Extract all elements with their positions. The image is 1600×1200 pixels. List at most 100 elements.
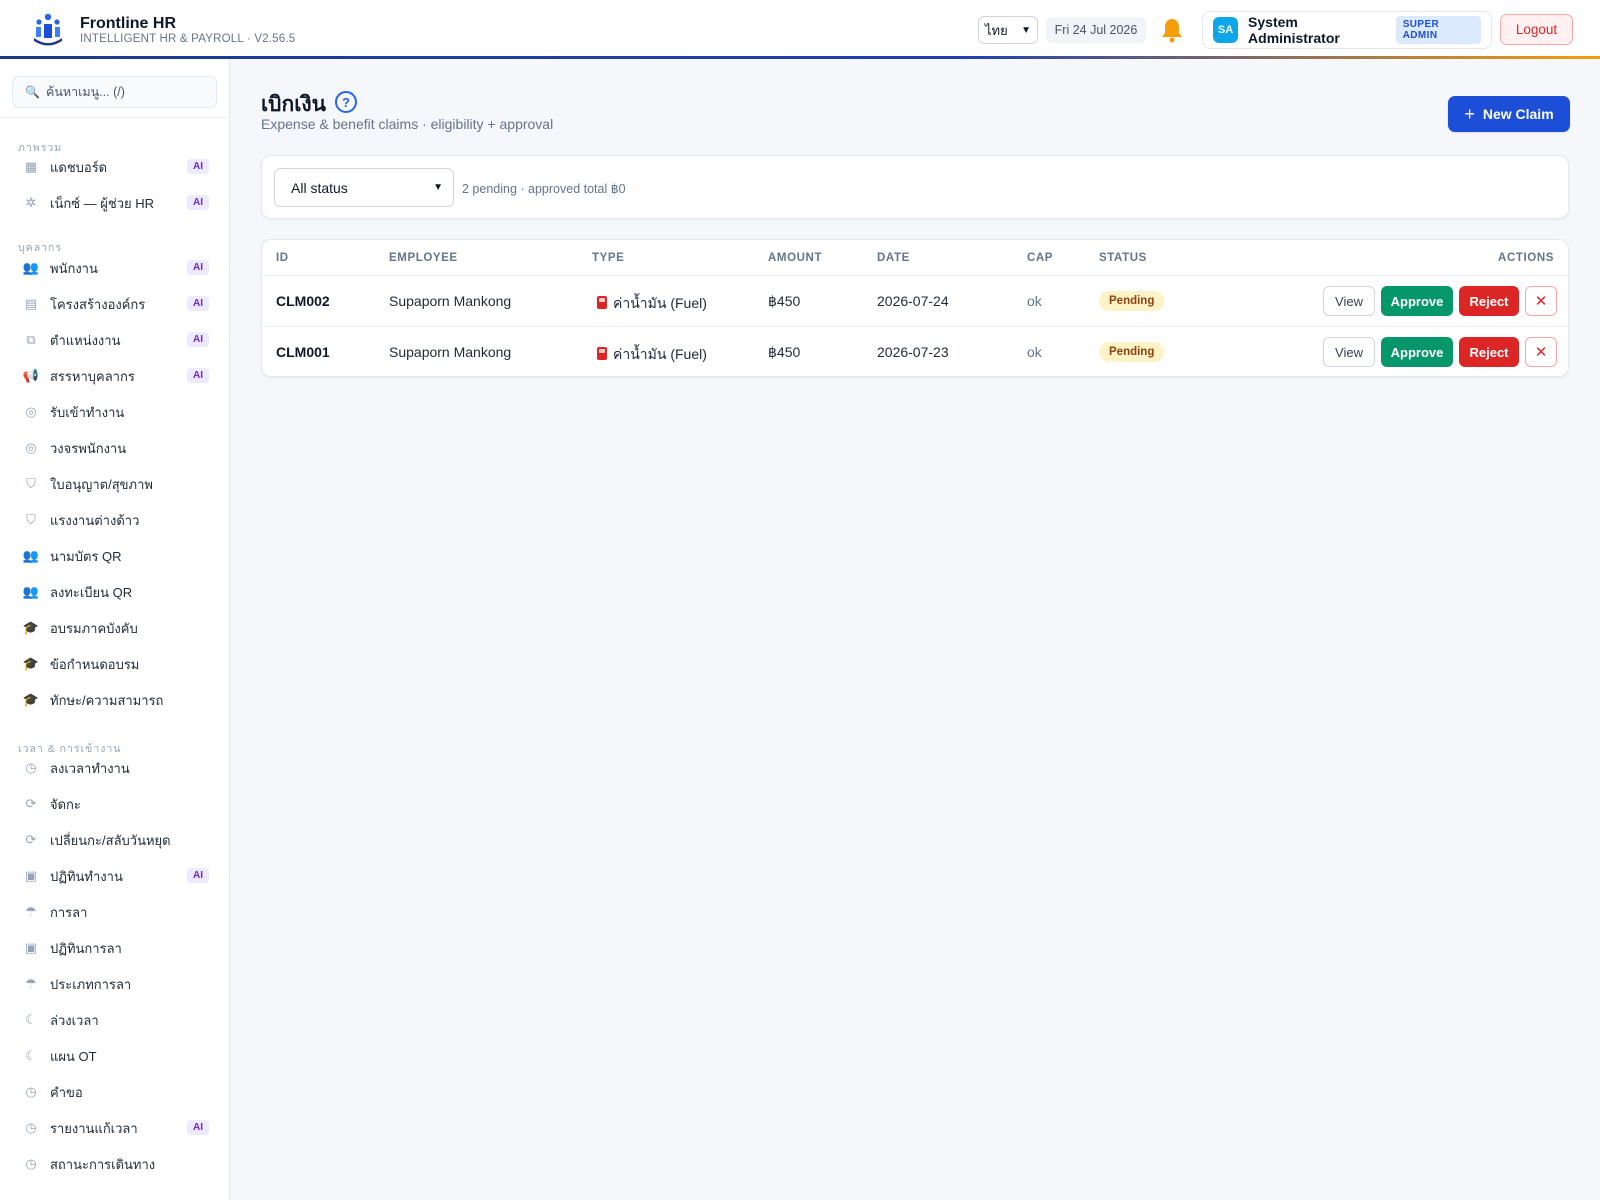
sidebar-item-label: ใบอนุญาต/สุขภาพ bbox=[50, 476, 153, 492]
sidebar-item[interactable]: 🎓 อบรมภาคบังคับ bbox=[12, 613, 217, 643]
approve-button[interactable]: Approve bbox=[1381, 337, 1453, 367]
sidebar-item[interactable]: ◷ ลงเวลาทำงาน bbox=[12, 753, 217, 783]
megaphone-icon: 📢 bbox=[22, 368, 40, 383]
status-badge: Pending bbox=[1099, 291, 1165, 311]
column-header-status: STATUS bbox=[1099, 252, 1147, 264]
role-badge: SUPER ADMIN bbox=[1395, 16, 1482, 44]
refresh-icon: ⟳ bbox=[25, 796, 37, 811]
sidebar-item-label: การลา bbox=[50, 904, 88, 920]
ai-badge: AI bbox=[187, 332, 209, 347]
employee-name: Supaporn Mankong bbox=[389, 293, 512, 309]
ai-badge: AI bbox=[187, 868, 209, 883]
sidebar-item-label: ล่วงเวลา bbox=[50, 1012, 99, 1028]
sidebar-item[interactable]: ◎ วงจรพนักงาน bbox=[12, 433, 217, 463]
sidebar-item[interactable]: ⟳ เปลี่ยนกะ/สลับวันหยุด bbox=[12, 825, 217, 855]
help-icon[interactable]: ? bbox=[335, 91, 357, 113]
sidebar-item[interactable]: 👥 พนักงาน AI bbox=[12, 253, 217, 283]
sidebar-item[interactable]: ◷ คำขอ bbox=[12, 1077, 217, 1107]
claim-cap: ok bbox=[1027, 293, 1042, 309]
sidebar-item[interactable]: ⟳ จัดกะ bbox=[12, 789, 217, 819]
graduation-cap-icon: 🎓 bbox=[22, 620, 40, 635]
sidebar-item-label: ลงเวลาทำงาน bbox=[50, 760, 130, 776]
sidebar-item[interactable]: ☂ ประเภทการลา bbox=[12, 969, 217, 999]
sidebar-item[interactable]: ◷ สถานะการเดินทาง bbox=[12, 1149, 217, 1179]
moon-icon: ☾ bbox=[25, 1012, 37, 1027]
sidebar-item[interactable]: 📢 สรรหาบุคลากร AI bbox=[12, 361, 217, 391]
language-value: ไทย bbox=[985, 22, 1008, 38]
search-placeholder: ค้นหาเมนู... (/) bbox=[45, 85, 125, 99]
sidebar-item[interactable]: ◎ รับเข้าทำงาน bbox=[12, 397, 217, 427]
sidebar-item[interactable]: 👥 นามบัตร QR bbox=[12, 541, 217, 571]
delete-button[interactable]: ✕ bbox=[1525, 337, 1557, 367]
umbrella-icon: ☂ bbox=[25, 976, 37, 991]
column-header-actions: ACTIONS bbox=[1498, 252, 1554, 264]
sidebar-item-label: เปลี่ยนกะ/สลับวันหยุด bbox=[50, 832, 171, 848]
brand-subtitle: INTELLIGENT HR & PAYROLL · V2.56.5 bbox=[80, 33, 296, 45]
approve-button[interactable]: Approve bbox=[1381, 286, 1453, 316]
sidebar-item[interactable]: ▣ ปฏิทินการลา bbox=[12, 933, 217, 963]
sidebar-divider bbox=[0, 117, 229, 118]
avatar: SA bbox=[1213, 17, 1239, 43]
ai-badge: AI bbox=[187, 368, 209, 383]
sidebar-item[interactable]: ⛉ ใบอนุญาต/สุขภาพ bbox=[12, 469, 217, 499]
ai-badge: AI bbox=[187, 296, 209, 311]
sidebar-search-input[interactable]: 🔍 ค้นหาเมนู... (/) bbox=[12, 76, 217, 108]
filter-summary: 2 pending · approved total ฿0 bbox=[462, 182, 626, 196]
sidebar-item[interactable]: ▤ โครงสร้างองค์กร AI bbox=[12, 289, 217, 319]
moon-icon: ☾ bbox=[25, 1048, 37, 1063]
view-button[interactable]: View bbox=[1323, 286, 1375, 316]
column-header-employee: EMPLOYEE bbox=[389, 252, 458, 264]
new-claim-button[interactable]: + New Claim bbox=[1448, 96, 1570, 132]
sidebar-item[interactable]: ⛉ แรงงานต่างด้าว bbox=[12, 505, 217, 535]
ai-badge: AI bbox=[187, 260, 209, 275]
reject-button[interactable]: Reject bbox=[1459, 286, 1519, 316]
claim-date: 2026-07-24 bbox=[877, 293, 949, 309]
claim-type: ค่าน้ำมัน (Fuel) bbox=[597, 344, 707, 366]
sidebar-item-label: รับเข้าทำงาน bbox=[50, 404, 125, 420]
sidebar-item[interactable]: ▣ ปฏิทินทำงาน AI bbox=[12, 861, 217, 891]
logout-button[interactable]: Logout bbox=[1500, 14, 1573, 45]
claim-amount: ฿450 bbox=[768, 344, 801, 360]
status-filter-value: All status bbox=[291, 179, 348, 196]
status-filter-select[interactable]: All status ▼ bbox=[274, 168, 454, 207]
language-select[interactable]: ไทย ▼ bbox=[978, 16, 1038, 44]
sidebar-item[interactable]: 🎓 ข้อกำหนดอบรม bbox=[12, 649, 217, 679]
graduation-cap-icon: 🎓 bbox=[22, 656, 40, 671]
sidebar-item[interactable]: 👥 ลงทะเบียน QR bbox=[12, 577, 217, 607]
column-header-cap: CAP bbox=[1027, 252, 1054, 264]
sidebar-item-label: รายงานแก้เวลา bbox=[50, 1120, 138, 1136]
user-menu[interactable]: SA System Administrator SUPER ADMIN bbox=[1202, 11, 1492, 49]
claim-id: CLM002 bbox=[276, 293, 330, 309]
sidebar-item[interactable]: ⧉ ตำแหน่งงาน AI bbox=[12, 325, 217, 355]
sidebar-item-label: ลงทะเบียน QR bbox=[50, 584, 133, 600]
sidebar-item[interactable]: 🎓 ทักษะ/ความสามารถ bbox=[12, 685, 217, 715]
status-badge: Pending bbox=[1099, 342, 1165, 362]
sidebar-item-label: สถานะการเดินทาง bbox=[50, 1156, 156, 1172]
shield-icon: ⛉ bbox=[26, 512, 36, 527]
ai-badge: AI bbox=[187, 1120, 209, 1135]
sidebar-item-label: แผน OT bbox=[50, 1048, 97, 1064]
sidebar-item-label: ตำแหน่งงาน bbox=[50, 332, 121, 348]
column-header-type: TYPE bbox=[592, 252, 625, 264]
ai-badge: AI bbox=[187, 195, 209, 210]
sidebar-item[interactable]: ✲ เน็กซ์ — ผู้ช่วย HR AI bbox=[12, 188, 217, 218]
sidebar-item[interactable]: ☂ การลา bbox=[12, 897, 217, 927]
claim-type-label: ค่าน้ำมัน (Fuel) bbox=[613, 295, 707, 311]
sidebar-item[interactable]: ☾ ล่วงเวลา bbox=[12, 1005, 217, 1035]
sidebar-item[interactable]: ▦ แดชบอร์ด AI bbox=[12, 152, 217, 182]
calendar-icon: ▣ bbox=[24, 940, 38, 955]
delete-button[interactable]: ✕ bbox=[1525, 286, 1557, 316]
sparkle-icon: ✲ bbox=[25, 195, 37, 210]
compass-icon: ◎ bbox=[25, 440, 37, 455]
close-icon: ✕ bbox=[1534, 344, 1548, 361]
calendar-icon: ▣ bbox=[24, 868, 38, 883]
grid-icon: ▦ bbox=[24, 159, 38, 174]
sidebar-item[interactable]: ☾ แผน OT bbox=[12, 1041, 217, 1071]
sidebar-item[interactable]: ◷ รายงานแก้เวลา AI bbox=[12, 1113, 217, 1143]
bell-icon[interactable] bbox=[1160, 17, 1184, 43]
employee-name: Supaporn Mankong bbox=[389, 344, 512, 360]
view-button[interactable]: View bbox=[1323, 337, 1375, 367]
user-name: System Administrator bbox=[1248, 14, 1340, 46]
reject-button[interactable]: Reject bbox=[1459, 337, 1519, 367]
chevron-down-icon: ▼ bbox=[433, 182, 443, 193]
